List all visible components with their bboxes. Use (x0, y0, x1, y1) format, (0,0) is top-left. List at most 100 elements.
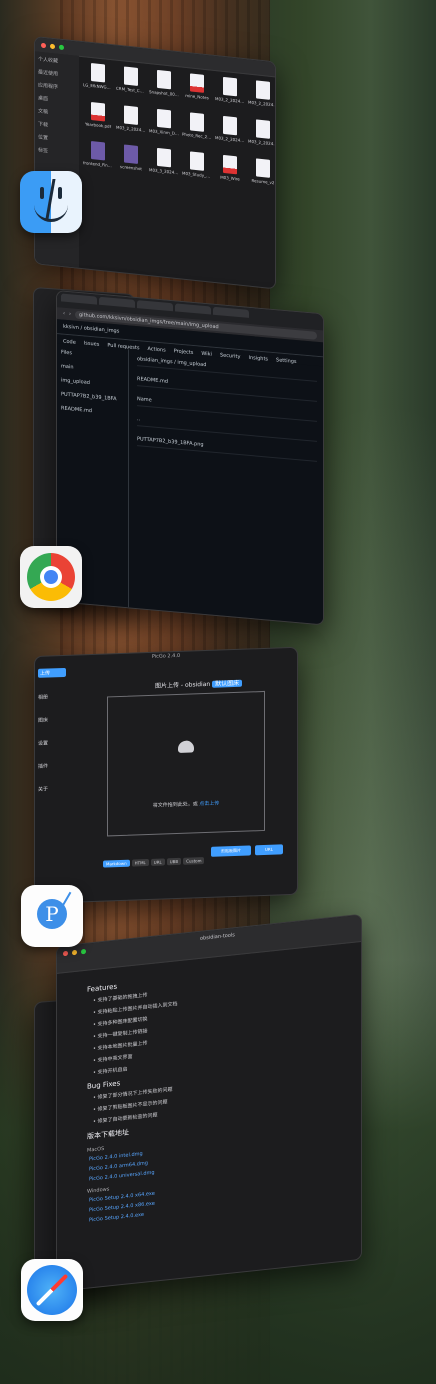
file-name: CRM_Test_Core (116, 85, 146, 94)
sidebar-item[interactable]: 下载 (38, 120, 76, 131)
nav-upload[interactable]: 上传 (38, 667, 66, 678)
file-item[interactable]: LG_EfkNWGUPM42vF5 (83, 62, 113, 101)
close-button[interactable] (41, 42, 46, 48)
upload-drop-zone[interactable]: 将文件拖到此处，或 点击上传 (107, 690, 265, 837)
chrome-tab[interactable] (137, 300, 173, 312)
file-item[interactable]: mine_Notes (182, 73, 212, 112)
file-item[interactable]: CRM_Test_Core (116, 66, 146, 105)
sidebar-item[interactable]: 最近使用 (38, 68, 76, 79)
file-item[interactable]: Snapshot_00001 (149, 69, 179, 108)
forward-icon[interactable]: › (69, 311, 71, 317)
file-name: screenshot (120, 164, 142, 172)
branch-selector[interactable]: main (61, 363, 124, 375)
nav-gallery[interactable]: 相册 (38, 693, 66, 701)
picgo-window[interactable]: PicGo 2.4.0 上传 相册 图床 设置 插件 关于 图片上传 - obs… (34, 646, 298, 904)
back-icon[interactable]: ‹ (63, 311, 65, 317)
clipboard-upload-button[interactable]: 剪贴板图片 (211, 845, 251, 857)
file-item[interactable]: frontend_Final.pdf (83, 140, 113, 179)
file-name: M03_2_2024_9_10.docx (116, 124, 146, 133)
format-ubb[interactable]: UBB (166, 857, 182, 866)
file-item[interactable]: screenshot (116, 144, 146, 183)
file-name: M03_2_2024-12_A_Attach (248, 99, 276, 108)
sidebar-item[interactable]: 位置 (38, 133, 76, 144)
document-file-icon (190, 112, 204, 132)
nav-settings[interactable]: 设置 (38, 739, 66, 747)
table-row[interactable]: PUTTAP7B2_b39_1BFA.png (137, 436, 317, 462)
sidebar-item[interactable]: 桌面 (38, 94, 76, 105)
chrome-app-icon[interactable] (20, 546, 82, 608)
file-item[interactable]: M03_Wire (215, 154, 245, 193)
close-button[interactable] (63, 950, 68, 956)
chrome-window[interactable]: ‹ › github.com/kksivn/obsidian_imgs/tree… (56, 290, 324, 626)
safari-tab-title[interactable]: obsidian-tools (200, 932, 235, 942)
cloud-upload-icon (178, 740, 194, 753)
file-name: M03_2_2024-12_A_Attach (215, 96, 245, 105)
github-content: Files main img_upload PUTTAP7B2_b39_1BFA… (57, 343, 323, 625)
sidebar-item[interactable]: 标签 (38, 146, 76, 157)
file-tree-item[interactable]: README.md (61, 405, 124, 417)
file-item[interactable]: M03_2_2024-12_A_Attach (215, 76, 245, 115)
file-name: mine_Notes (185, 92, 209, 101)
safari-app-icon[interactable] (21, 1259, 83, 1321)
file-item[interactable]: M03_Study_Notes.pdf (182, 151, 212, 190)
file-item[interactable]: Photo_Rec_2024.pdf (182, 112, 212, 151)
format-markdown[interactable]: Markdown (103, 859, 130, 868)
file-item[interactable]: M03_3_2024_10_11.docx (149, 147, 179, 186)
document-file-icon (256, 80, 270, 100)
document-file-icon (223, 115, 237, 136)
github-repo-name[interactable]: kksivn / obsidian_imgs (63, 324, 119, 335)
nav-picbeds[interactable]: 图床 (38, 716, 66, 724)
file-item[interactable]: M03_2_2024_9_10.docx (116, 105, 146, 144)
minimize-button[interactable] (50, 43, 55, 49)
document-file-icon (190, 73, 204, 93)
chrome-tab[interactable] (61, 293, 97, 305)
image-file-icon (91, 140, 105, 161)
document-file-icon (223, 154, 237, 175)
file-name: frontend_Final.pdf (83, 160, 113, 169)
upload-header-text: 图片上传 - obsidian (155, 680, 211, 690)
file-item[interactable]: Resume_v2 (248, 157, 276, 196)
format-custom[interactable]: Custom (183, 857, 205, 865)
file-item[interactable]: Yearbook.pdf (83, 101, 113, 140)
sidebar-item[interactable]: 个人收藏 (38, 55, 76, 66)
finder-app-icon[interactable] (20, 171, 82, 233)
nav-about[interactable]: 关于 (38, 785, 66, 793)
release-notes: Features • 支持了基础的拖拽上传 • 支持粘贴上传图片并自动插入到文档 •… (87, 952, 353, 1282)
click-upload-link[interactable]: 点击上传 (199, 801, 219, 808)
file-name: LG_EfkNWGUPM42vF5 (83, 82, 113, 91)
picgo-sidebar: 上传 相册 图床 设置 插件 关于 (35, 664, 69, 903)
chrome-tab[interactable] (175, 303, 211, 315)
quick-upload-buttons: 剪贴板图片 URL (211, 844, 283, 857)
file-item[interactable]: M03_2_2024_10_11.docx (215, 115, 245, 154)
file-tree-item[interactable]: img_upload (61, 377, 124, 389)
url-upload-button[interactable]: URL (255, 844, 283, 856)
drop-hint-text: 将文件拖到此处，或 (152, 801, 198, 809)
finder-file-grid: LG_EfkNWGUPM42vF5 CRM_Test_Core Snapshot_0… (83, 62, 276, 284)
nav-plugins[interactable]: 插件 (38, 762, 66, 770)
file-item[interactable]: M03_2_2024_10_11.docx (248, 118, 276, 157)
finder-window[interactable]: 个人收藏 最近使用 应用程序 桌面 文稿 下载 位置 标签 LG_EfkNWGU… (34, 36, 276, 290)
file-name: M03_2_2024_10_11.docx (215, 135, 245, 144)
safari-window[interactable]: obsidian-tools Features • 支持了基础的拖拽上传 • 支持… (56, 913, 362, 1292)
file-name: Photo_Rec_2024.pdf (182, 131, 212, 140)
sidebar-item[interactable]: 文稿 (38, 107, 76, 118)
file-tree-item[interactable]: PUTTAP7B2_b39_1BFA (61, 391, 124, 403)
document-file-icon (157, 147, 171, 168)
file-item[interactable]: M03_Xinm_Design.pdf (149, 108, 179, 147)
image-file-icon (124, 144, 138, 164)
default-picbed-tag[interactable]: 默认图床 (212, 679, 243, 688)
file-name: M03_Xinm_Design.pdf (149, 128, 179, 137)
chrome-tab[interactable] (99, 296, 135, 308)
format-url[interactable]: URL (150, 858, 165, 866)
finder-sidebar: 个人收藏 最近使用 应用程序 桌面 文稿 下载 位置 标签 (35, 51, 79, 268)
document-file-icon (256, 119, 270, 139)
format-html[interactable]: HTML (131, 858, 149, 867)
sidebar-item[interactable]: 应用程序 (38, 81, 76, 92)
document-file-icon (124, 105, 138, 125)
zoom-button[interactable] (59, 44, 64, 50)
minimize-button[interactable] (72, 949, 77, 955)
file-item[interactable]: M03_2_2024-12_A_Attach (248, 79, 276, 118)
chrome-tab[interactable] (213, 306, 249, 318)
zoom-button[interactable] (81, 948, 86, 954)
picgo-app-icon[interactable]: P (21, 885, 83, 947)
